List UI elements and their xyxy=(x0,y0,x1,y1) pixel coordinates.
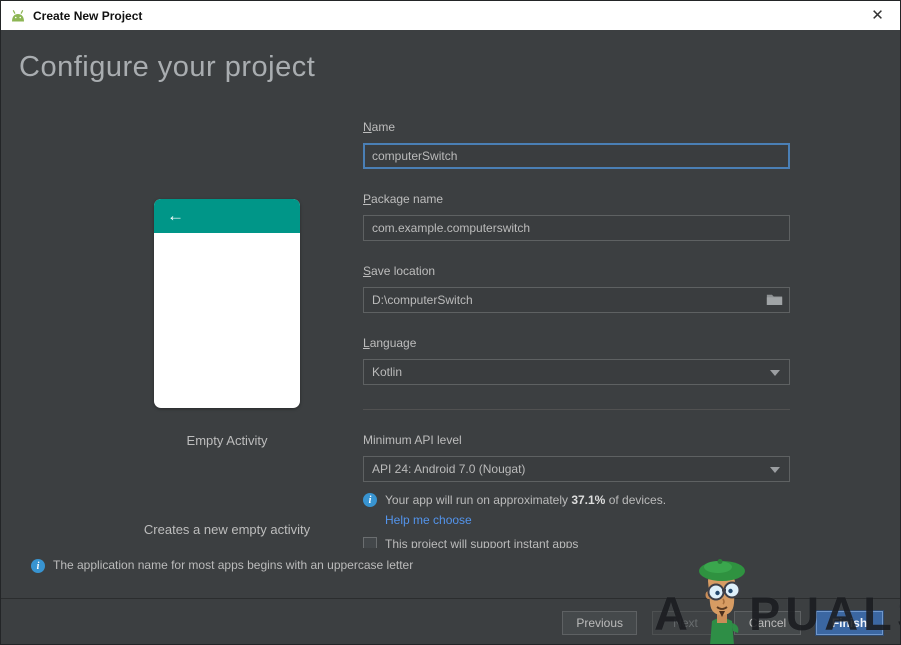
page-header: Configure your project xyxy=(1,30,900,97)
back-arrow-icon: ← xyxy=(167,206,184,226)
next-button[interactable]: Next xyxy=(652,611,719,635)
min-api-label: Minimum API level xyxy=(363,434,790,447)
previous-button[interactable]: Previous xyxy=(562,611,637,635)
finish-button[interactable]: Finish xyxy=(816,611,883,635)
info-icon: i xyxy=(31,559,45,573)
project-form: Name Package name Save location Lang xyxy=(363,97,790,548)
folder-browse-icon[interactable] xyxy=(766,292,783,306)
instant-apps-label: This project will support instant apps xyxy=(385,537,578,548)
android-icon xyxy=(10,9,26,23)
name-input[interactable] xyxy=(363,143,790,169)
window-title: Create New Project xyxy=(33,9,142,23)
activity-name: Empty Activity xyxy=(127,433,327,448)
api-coverage-text: Your app will run on approximately 37.1%… xyxy=(385,493,666,507)
page-title: Configure your project xyxy=(19,51,900,84)
activity-description: Creates a new empty activity xyxy=(77,522,377,537)
instant-apps-checkbox[interactable] xyxy=(363,537,377,548)
close-button[interactable]: ✕ xyxy=(855,1,900,29)
language-value: Kotlin xyxy=(372,365,402,379)
save-location-input[interactable] xyxy=(363,287,790,313)
status-bar: i The application name for most apps beg… xyxy=(1,548,900,598)
activity-preview-thumbnail: ← xyxy=(154,199,300,408)
min-api-value: API 24: Android 7.0 (Nougat) xyxy=(372,462,525,476)
api-coverage-info: i Your app will run on approximately 37.… xyxy=(363,493,790,507)
name-field-group: Name xyxy=(363,121,790,169)
save-location-label: Save location xyxy=(363,265,790,278)
close-icon: ✕ xyxy=(871,6,884,24)
help-me-choose-link[interactable]: Help me choose xyxy=(385,513,472,527)
language-label: Language xyxy=(363,337,790,350)
status-message: The application name for most apps begin… xyxy=(53,558,413,572)
language-dropdown[interactable]: Kotlin xyxy=(363,359,790,385)
package-field-group: Package name xyxy=(363,193,790,241)
name-label: Name xyxy=(363,121,790,134)
min-api-dropdown[interactable]: API 24: Android 7.0 (Nougat) xyxy=(363,456,790,482)
create-new-project-dialog: Create New Project ✕ Configure your proj… xyxy=(0,0,901,645)
preview-appbar: ← xyxy=(154,199,300,233)
package-name-input[interactable] xyxy=(363,215,790,241)
content-area: ← Empty Activity Creates a new empty act… xyxy=(1,97,900,548)
section-divider xyxy=(363,409,790,410)
chevron-down-icon xyxy=(770,370,780,376)
instant-apps-row: This project will support instant apps xyxy=(363,537,790,548)
coverage-percent: 37.1% xyxy=(571,493,605,507)
min-api-field-group: Minimum API level API 24: Android 7.0 (N… xyxy=(363,434,790,482)
language-field-group: Language Kotlin xyxy=(363,337,790,385)
info-icon: i xyxy=(363,493,377,507)
chevron-down-icon xyxy=(770,467,780,473)
package-name-label: Package name xyxy=(363,193,790,206)
cancel-button[interactable]: Cancel xyxy=(734,611,801,635)
titlebar: Create New Project ✕ xyxy=(1,1,900,30)
save-location-field-group: Save location xyxy=(363,265,790,313)
footer: Previous Next Cancel Finish xyxy=(1,598,900,645)
